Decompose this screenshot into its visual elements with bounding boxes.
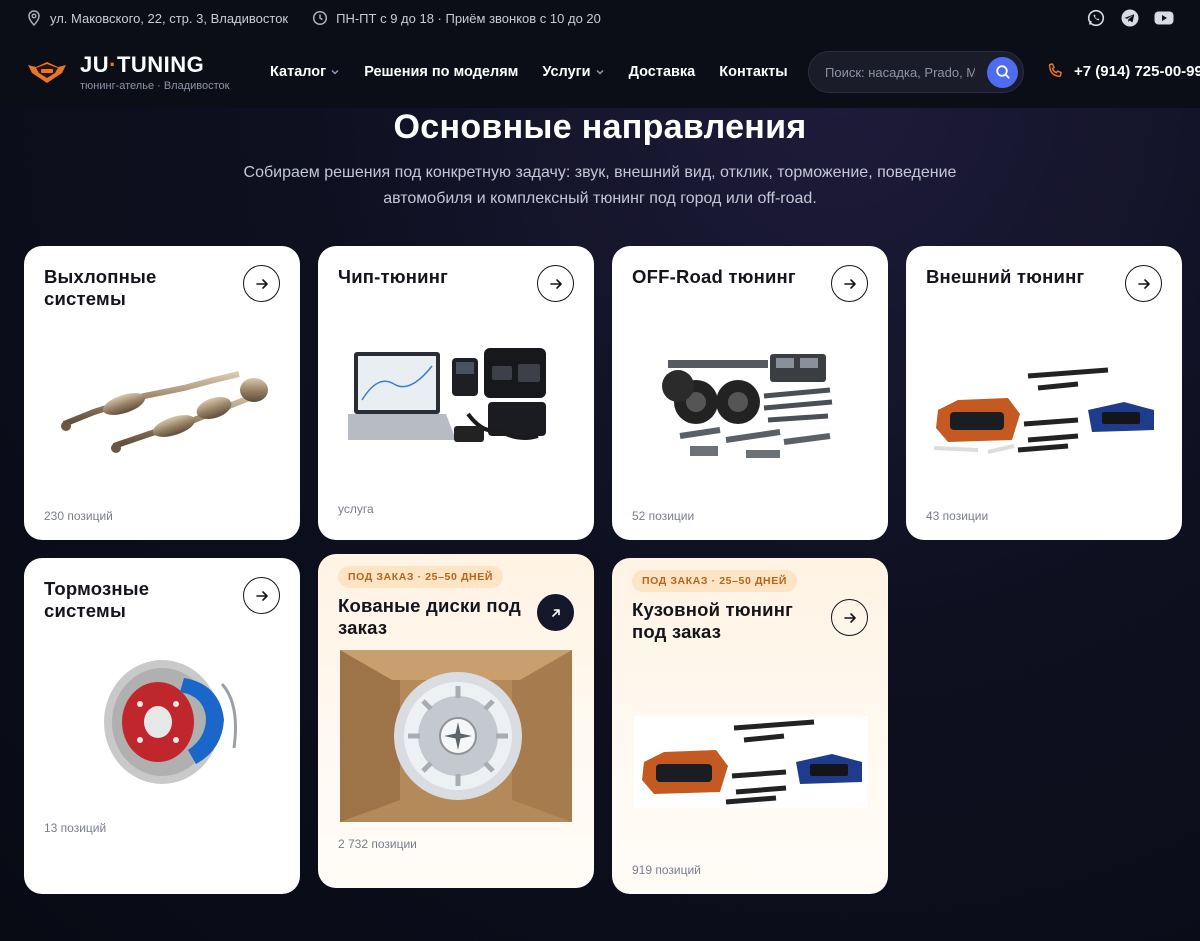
section-title: Основные направления (393, 108, 807, 146)
logo-emblem-icon (28, 62, 66, 83)
card-title: Внешний тюнинг (926, 266, 1085, 287)
card-title: Тормозные системы (44, 578, 150, 621)
category-card-brakes[interactable]: Тормозные системы 13 позиций (24, 558, 300, 894)
category-card-forged-wheels[interactable]: ПОД ЗАКАЗ · 25–50 ДНЕЙ Кованые диски под… (318, 554, 594, 888)
brand-name: JU·TUNING (80, 52, 205, 77)
category-card-body-tuning[interactable]: ПОД ЗАКАЗ · 25–50 ДНЕЙ Кузовной тюнинг п… (612, 558, 888, 894)
category-card-exterior[interactable]: Внешний тюнинг 43 позиции (906, 246, 1182, 540)
card-count: 919 позиций (632, 863, 701, 877)
order-badge: ПОД ЗАКАЗ · 25–50 ДНЕЙ (338, 566, 503, 588)
body-kit-image (634, 716, 868, 808)
search-icon (995, 65, 1010, 79)
card-title: Кованые диски под заказ (338, 595, 521, 638)
arrow-right-icon[interactable] (243, 577, 280, 614)
address-item[interactable]: ул. Маковского, 22, стр. 3, Владивосток (26, 10, 288, 26)
hours-item: ПН-ПТ с 9 до 18 · Приём звонков с 10 до … (312, 10, 601, 26)
brake-disc-image (104, 660, 237, 784)
card-title: Кузовной тюнинг под заказ (632, 599, 794, 642)
nav-contacts[interactable]: Контакты (719, 64, 787, 80)
card-count: 13 позиций (44, 821, 107, 835)
search-input[interactable] (825, 64, 975, 80)
location-pin-icon (26, 10, 42, 26)
card-title: Чип-тюнинг (338, 266, 448, 287)
phone-link[interactable]: +7 (914) 725-00-99 (1046, 62, 1200, 80)
arrow-right-icon[interactable] (831, 265, 868, 302)
category-card-off-road[interactable]: OFF-Road тюнинг 52 позиции (612, 246, 888, 540)
phone-icon (1048, 63, 1062, 78)
arrow-right-icon[interactable] (831, 599, 868, 636)
brand-tagline: тюнинг-ателье · Владивосток (80, 80, 230, 92)
chip-tuning-kit-image (348, 348, 546, 442)
clock-icon (312, 10, 328, 26)
logo[interactable]: JU·TUNING тюнинг-ателье · Владивосток (26, 52, 256, 92)
search-button[interactable] (987, 56, 1018, 88)
card-title: OFF-Road тюнинг (632, 266, 796, 287)
body-kit-image (933, 367, 1154, 454)
category-card-chip-tuning[interactable]: Чип-тюнинг услуга (318, 246, 594, 540)
card-count: 230 позиций (44, 509, 113, 523)
telegram-icon[interactable] (1120, 8, 1140, 28)
address-text: ул. Маковского, 22, стр. 3, Владивосток (50, 10, 289, 26)
arrow-right-icon[interactable] (537, 265, 574, 302)
hours-text: ПН-ПТ с 9 до 18 · Приём звонков с 10 до … (336, 10, 601, 26)
whatsapp-icon[interactable] (1086, 8, 1106, 28)
main-nav: Каталог Решения по моделям Услуги Достав… (270, 64, 788, 80)
card-count: услуга (338, 502, 374, 516)
order-badge: ПОД ЗАКАЗ · 25–50 ДНЕЙ (632, 570, 797, 592)
arrow-right-icon[interactable] (243, 265, 280, 302)
card-count: 43 позиции (926, 509, 989, 523)
card-count: 52 позиции (632, 509, 695, 523)
social-links (1086, 8, 1174, 28)
arrow-right-icon[interactable] (1125, 265, 1162, 302)
category-card-exhaust[interactable]: Выхлопные системы 230 позиций (24, 246, 300, 540)
nav-model-solutions[interactable]: Решения по моделям (364, 64, 518, 80)
phone-number: +7 (914) 725-00-99 (1074, 62, 1200, 80)
card-title: Выхлопные системы (44, 266, 157, 309)
chevron-down-icon (596, 70, 604, 75)
card-count: 2 732 позиции (338, 837, 417, 851)
arrow-up-right-icon[interactable] (537, 594, 574, 631)
off-road-parts-image (662, 354, 833, 458)
section-subtitle: Собираем решения под конкретную задачу: … (243, 164, 957, 207)
forged-wheel-image (340, 650, 572, 822)
exhaust-system-image (61, 371, 268, 453)
nav-delivery[interactable]: Доставка (629, 64, 696, 80)
site-header: JU·TUNING тюнинг-ателье · Владивосток Ка… (0, 36, 1200, 108)
chevron-down-icon (331, 70, 339, 75)
top-info-bar: ул. Маковского, 22, стр. 3, Владивосток … (0, 0, 1200, 36)
nav-services[interactable]: Услуги (542, 64, 604, 80)
youtube-icon[interactable] (1154, 8, 1174, 28)
search-box (808, 51, 1024, 93)
nav-catalog[interactable]: Каталог (270, 64, 340, 80)
